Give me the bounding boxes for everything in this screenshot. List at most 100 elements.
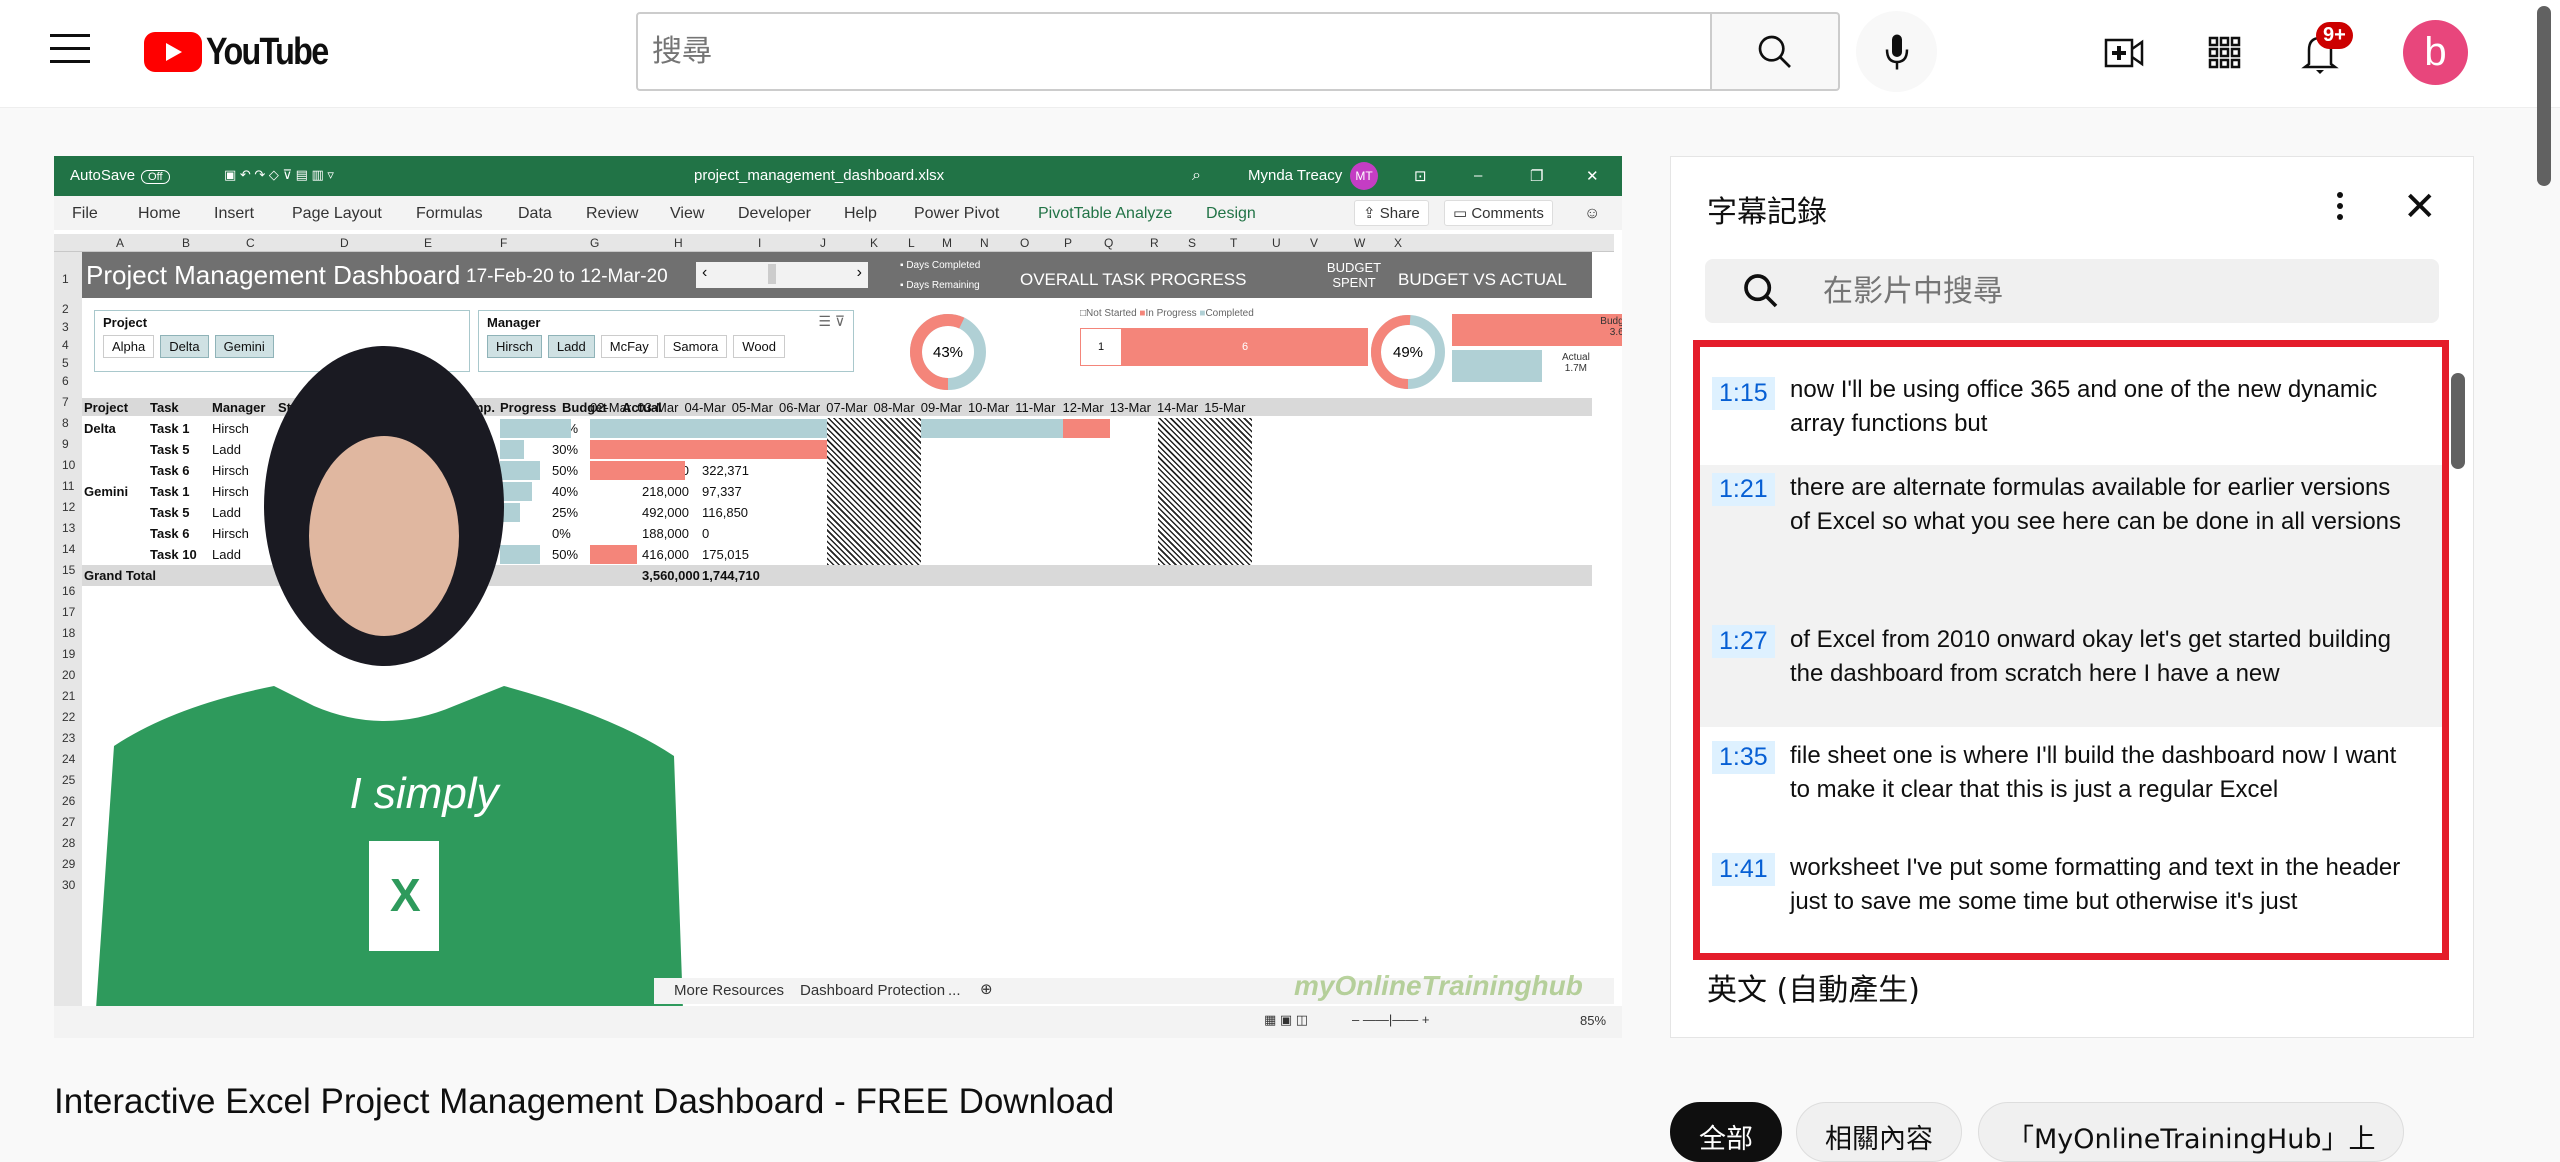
gantt-date-header: 11-Mar — [1015, 400, 1056, 415]
segment-timestamp[interactable]: 1:15 — [1712, 377, 1775, 410]
youtube-logo[interactable]: YouTube — [144, 30, 349, 74]
column-header: L — [908, 236, 915, 250]
column-header: S — [1188, 236, 1197, 250]
column-header: A — [116, 236, 125, 250]
budget-donut-label: 49% — [1393, 344, 1423, 361]
youtube-play-icon — [144, 32, 202, 72]
voice-search-button[interactable] — [1856, 11, 1937, 92]
ribbon-tab: PivotTable Analyze — [1038, 205, 1173, 222]
transcript-search-input[interactable] — [1823, 269, 2403, 313]
budget-donut-chart: 49% — [1371, 315, 1445, 389]
legend-days-remaining: ▪ Days Remaining — [900, 280, 980, 291]
column-header: O — [1020, 236, 1030, 250]
gantt-bar — [921, 419, 1063, 438]
transcript-scrollbar[interactable] — [2451, 373, 2465, 469]
excel-filename: project_management_dashboard.xlsx — [694, 167, 945, 184]
transcript-segment[interactable]: 1:21 there are alternate formulas availa… — [1700, 465, 2442, 615]
ribbon-tab: Help — [844, 205, 877, 222]
close-window-icon: ✕ — [1586, 168, 1599, 185]
excel-share-button: ⇪ Share — [1354, 200, 1429, 226]
transcript-title: 字幕記錄 — [1707, 195, 1827, 230]
transcript-segment[interactable]: 1:41 worksheet I've put some formatting … — [1700, 839, 2442, 953]
ribbon-display-icon: ⊡ — [1414, 168, 1427, 185]
column-header: C — [246, 236, 255, 250]
video-title: Interactive Excel Project Management Das… — [54, 1082, 1115, 1121]
transcript-segment[interactable]: 1:35 file sheet one is where I'll build … — [1700, 727, 2442, 839]
video-add-icon — [2104, 38, 2144, 68]
quick-access-icons: ▣ ↶ ↷ ◇ ⊽ ▤ ▥ ▿ — [224, 167, 334, 182]
search-input[interactable] — [638, 14, 1710, 89]
excel-user-avatar: MT — [1350, 162, 1378, 190]
sheet-tab: More Resources — [674, 982, 785, 999]
column-header: J — [820, 236, 826, 250]
ribbon-tab: Design — [1206, 205, 1256, 222]
sheet-tab: Dashboard Protection — [800, 982, 946, 999]
chip-channel[interactable]: 「MyOnlineTrainingHub」上 — [1978, 1102, 2405, 1162]
segment-timestamp[interactable]: 1:27 — [1712, 625, 1775, 658]
column-header: U — [1272, 236, 1281, 250]
avatar[interactable]: b — [2403, 20, 2468, 85]
notification-badge: 9+ — [2316, 22, 2353, 49]
create-video-button[interactable] — [2100, 28, 2150, 78]
presenter-face — [309, 436, 459, 636]
feedback-smiley-icon: ☺ — [1584, 205, 1601, 222]
page-scrollbar[interactable] — [2537, 6, 2551, 186]
slicer-filter-icons: ☰ ⊽ — [818, 313, 845, 329]
autosave-toggle[interactable]: Off — [141, 170, 170, 184]
ribbon-tab: View — [670, 205, 705, 222]
masthead: YouTube 9+ b — [0, 0, 2560, 186]
microphone-icon — [1885, 34, 1908, 69]
column-header: R — [1150, 236, 1159, 250]
transcript-segment[interactable]: 1:27 of Excel from 2010 onward okay let'… — [1700, 615, 2442, 727]
overall-progress-title: OVERALL TASK PROGRESS — [1020, 270, 1247, 289]
search-box[interactable] — [636, 12, 1712, 91]
slicer-item-wood: Wood — [733, 335, 786, 358]
chip-all[interactable]: 全部 — [1670, 1102, 1782, 1162]
gantt-date-header: 09-Mar — [920, 400, 962, 415]
budget-spent-label: BUDGET SPENT — [1326, 260, 1382, 290]
transcript-segment[interactable]: 1:15 now I'll be using office 365 and on… — [1700, 347, 2442, 465]
sheet-tabs: More Resources Dashboard Protection ... … — [654, 970, 1614, 1004]
legend-days-completed: ▪ Days Completed — [900, 260, 981, 271]
close-icon[interactable]: ✕ — [2403, 187, 2443, 227]
gantt-bar — [1063, 419, 1111, 438]
column-header: K — [870, 236, 879, 250]
transcript-panel: 字幕記錄 ✕ 1:15 now I'll be using office 365… — [1670, 156, 2474, 1038]
excel-ribbon: File Home Insert Page Layout Formulas Da… — [54, 196, 1622, 230]
progress-legend: □Not Started ■In Progress ■Completed — [1080, 308, 1254, 319]
view-icons: ▦ ▣ ◫ — [1264, 1012, 1309, 1027]
column-header: M — [942, 236, 952, 250]
presenter-video-overlay: I simply X — [94, 346, 684, 1038]
excel-logo-x: X — [390, 869, 421, 921]
video-player[interactable]: AutoSave Off ▣ ↶ ↷ ◇ ⊽ ▤ ▥ ▿ project_mana… — [54, 156, 1622, 1038]
zoom-level: 85% — [1580, 1013, 1607, 1028]
column-header: N — [980, 236, 989, 250]
column-headers: A B C D E F G H I J K L M N O P Q R S T U V W X — [54, 234, 1614, 252]
chip-related[interactable]: 相關內容 — [1796, 1102, 1962, 1162]
zoom-slider: – ——|—— + — [1352, 1012, 1430, 1027]
segment-timestamp[interactable]: 1:35 — [1712, 741, 1775, 774]
ribbon-tab: Power Pivot — [914, 205, 1000, 222]
search-icon — [1758, 35, 1791, 68]
excel-comments-button: ▭ Comments — [1444, 200, 1553, 226]
budget-vs-actual-title: BUDGET VS ACTUAL — [1398, 270, 1567, 289]
search-button[interactable] — [1712, 12, 1840, 91]
gantt-date-header: 06-Mar — [779, 400, 821, 415]
segment-timestamp[interactable]: 1:41 — [1712, 853, 1775, 886]
ribbon-tab: Review — [586, 205, 639, 222]
gantt-date-header: 13-Mar — [1109, 400, 1151, 415]
transcript-search[interactable] — [1705, 259, 2439, 323]
sheet-tab-more: ... — [948, 982, 961, 999]
shirt-text: I simply — [349, 769, 501, 818]
column-header: Q — [1104, 236, 1114, 250]
ribbon-tab: Formulas — [416, 205, 483, 222]
segment-timestamp[interactable]: 1:21 — [1712, 473, 1775, 506]
more-options-icon[interactable] — [2325, 187, 2355, 227]
watermark: myOnlineTraininghub — [1294, 970, 1583, 1001]
apps-button[interactable] — [2200, 28, 2250, 78]
column-header: D — [340, 236, 349, 250]
menu-icon[interactable] — [50, 34, 90, 68]
autosave-label[interactable]: AutoSave Off — [70, 167, 170, 184]
transcript-language[interactable]: 英文 (自動產生) — [1707, 965, 1920, 1009]
add-sheet-icon: ⊕ — [980, 981, 993, 998]
